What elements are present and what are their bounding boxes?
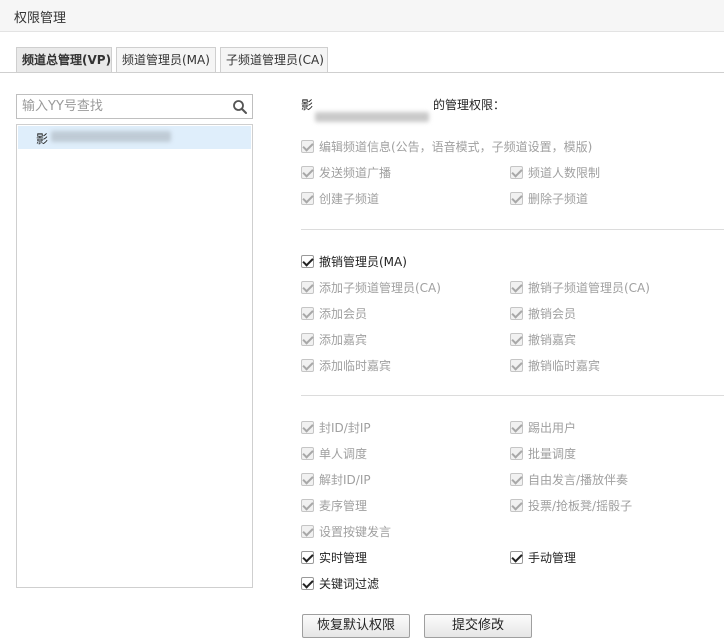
perm-key-speech[interactable]: 设置按键发言: [301, 522, 391, 540]
perm-realtime-manage[interactable]: 实时管理: [301, 548, 367, 566]
checkbox[interactable]: [510, 498, 523, 512]
perm-revoke-member[interactable]: 撤销会员: [510, 304, 576, 322]
checkbox[interactable]: [301, 576, 314, 590]
perm-add-temp-guest[interactable]: 添加临时嘉宾: [301, 356, 391, 374]
window-title: 权限管理: [14, 11, 67, 26]
checkbox[interactable]: [301, 550, 314, 564]
checkbox[interactable]: [301, 191, 314, 205]
perm-single-dispatch[interactable]: 单人调度: [301, 444, 367, 462]
checkbox[interactable]: [510, 306, 523, 320]
restore-defaults-button[interactable]: 恢复默认权限: [302, 614, 410, 638]
title-bar: 权限管理: [0, 0, 724, 32]
perm-keyword-filter[interactable]: 关键词过滤: [301, 574, 379, 592]
perm-kick-user[interactable]: 踢出用户: [510, 418, 576, 436]
perm-revoke-ma[interactable]: 撤销管理员(MA): [301, 252, 407, 270]
tab-ca[interactable]: 子频道管理员(CA): [220, 47, 328, 73]
submit-button[interactable]: 提交修改: [424, 614, 532, 638]
search-input[interactable]: [17, 95, 231, 118]
checkbox[interactable]: [301, 306, 314, 320]
checkbox[interactable]: [301, 332, 314, 346]
checkbox[interactable]: [510, 420, 523, 434]
tab-vp[interactable]: 频道总管理(VP): [16, 47, 112, 73]
checkbox[interactable]: [301, 524, 314, 538]
section-divider: [301, 395, 724, 396]
search-icon[interactable]: [232, 99, 248, 115]
perm-vote-dice[interactable]: 投票/抢板凳/摇骰子: [510, 496, 632, 514]
user-list: 影: [16, 124, 253, 588]
checkbox[interactable]: [301, 498, 314, 512]
search-box: [16, 94, 253, 119]
perm-free-speech-music[interactable]: 自由发言/播放伴奏: [510, 470, 628, 488]
checkbox[interactable]: [301, 420, 314, 434]
checkbox[interactable]: [510, 446, 523, 460]
checkbox[interactable]: [510, 191, 523, 205]
tab-ma[interactable]: 频道管理员(MA): [116, 47, 216, 73]
perm-add-member[interactable]: 添加会员: [301, 304, 367, 322]
perm-delete-subchannel[interactable]: 删除子频道: [510, 189, 588, 207]
permissions-title-prefix: 影: [301, 98, 314, 112]
perm-mic-queue[interactable]: 麦序管理: [301, 496, 367, 514]
perm-unban-id-ip[interactable]: 解封ID/IP: [301, 470, 371, 488]
perm-ban-id-ip[interactable]: 封ID/封IP: [301, 418, 371, 436]
perm-add-ca[interactable]: 添加子频道管理员(CA): [301, 278, 441, 296]
list-item[interactable]: 影: [18, 126, 251, 149]
perm-edit-channel-info[interactable]: 编辑频道信息(公告，语音模式，子频道设置，模版): [301, 137, 592, 155]
tab-divider: [0, 72, 724, 73]
permissions-title: 影 的管理权限：: [301, 96, 506, 122]
checkbox[interactable]: [510, 332, 523, 346]
perm-revoke-guest[interactable]: 撤销嘉宾: [510, 330, 576, 348]
checkbox[interactable]: [510, 165, 523, 179]
checkbox[interactable]: [301, 446, 314, 460]
checkbox[interactable]: [301, 139, 314, 153]
user-name: 影: [36, 132, 49, 146]
checkbox[interactable]: [301, 280, 314, 294]
checkbox[interactable]: [510, 358, 523, 372]
checkbox[interactable]: [510, 472, 523, 486]
checkbox[interactable]: [301, 165, 314, 179]
perm-channel-user-limit[interactable]: 频道人数限制: [510, 163, 600, 181]
checkbox[interactable]: [301, 358, 314, 372]
perm-revoke-ca[interactable]: 撤销子频道管理员(CA): [510, 278, 650, 296]
redacted-user-id: [51, 131, 171, 142]
checkbox[interactable]: [301, 254, 314, 268]
checkbox[interactable]: [301, 472, 314, 486]
perm-create-subchannel[interactable]: 创建子频道: [301, 189, 379, 207]
checkbox[interactable]: [510, 550, 523, 564]
perm-add-guest[interactable]: 添加嘉宾: [301, 330, 367, 348]
checkbox[interactable]: [510, 280, 523, 294]
perm-revoke-temp-guest[interactable]: 撤销临时嘉宾: [510, 356, 600, 374]
section-divider: [301, 229, 724, 230]
permissions-title-suffix: 的管理权限：: [433, 98, 506, 112]
perm-manual-manage[interactable]: 手动管理: [510, 548, 576, 566]
perm-send-broadcast[interactable]: 发送频道广播: [301, 163, 391, 181]
perm-batch-dispatch[interactable]: 批量调度: [510, 444, 576, 462]
